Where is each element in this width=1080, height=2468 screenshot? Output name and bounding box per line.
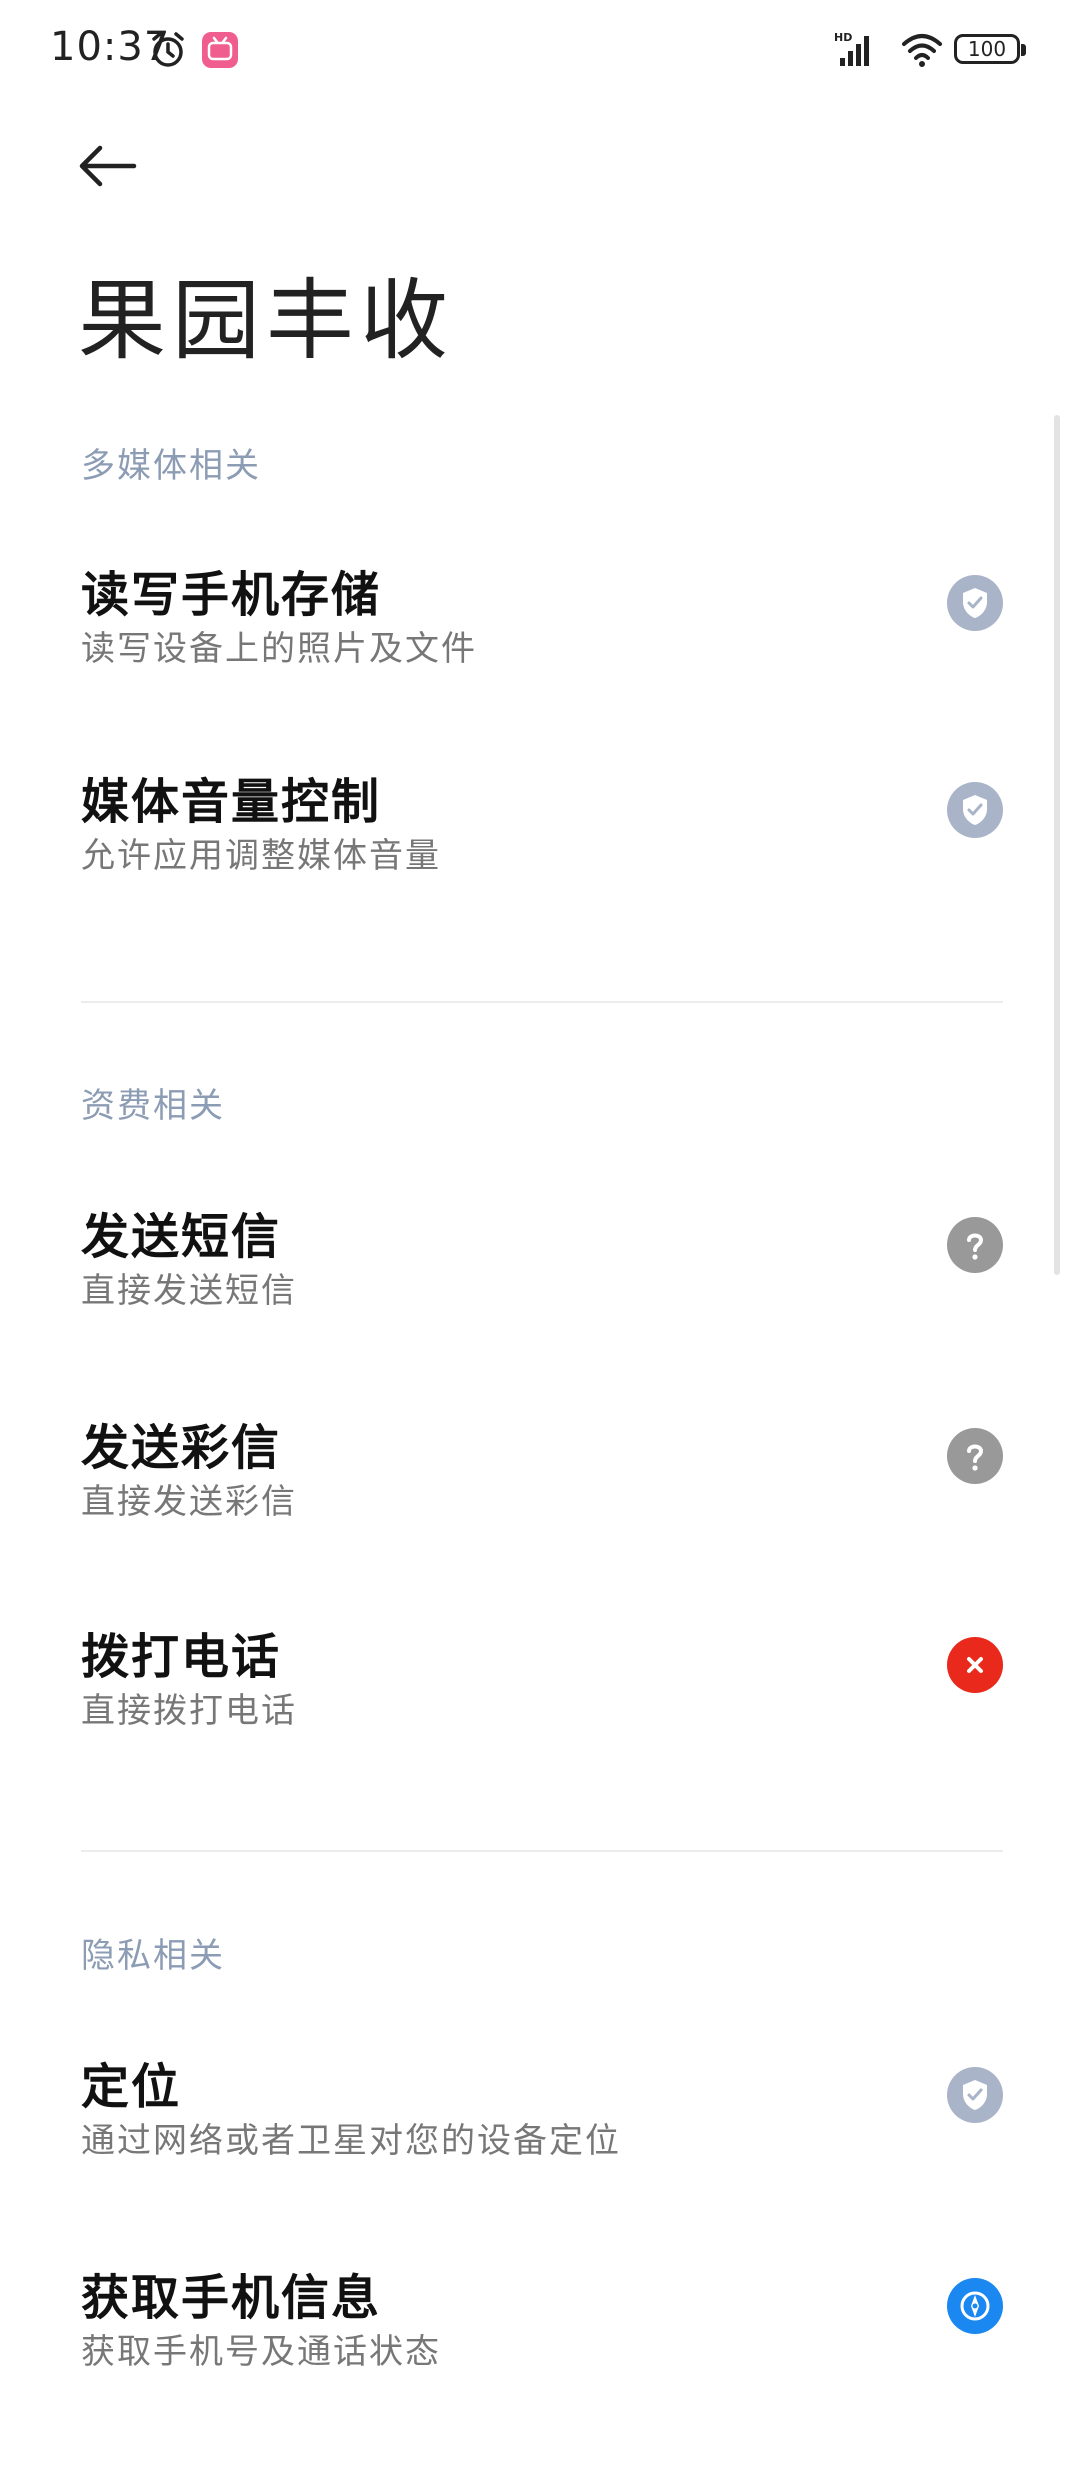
permission-item-send-sms[interactable]: 发送短信 直接发送短信 [0,1197,1080,1407]
back-button[interactable] [68,126,148,206]
permission-desc: 通过网络或者卫星对您的设备定位 [81,2121,621,2161]
alarm-icon [148,30,188,70]
permission-desc: 直接拨打电话 [81,1691,297,1731]
permission-item-send-mms[interactable]: 发送彩信 直接发送彩信 [0,1408,1080,1618]
section-header-multimedia: 多媒体相关 [81,446,261,486]
section-header-charges: 资费相关 [81,1086,225,1126]
section-divider [81,1850,1003,1852]
hd-signal-icon: HD [834,30,882,70]
permission-item-location[interactable]: 定位 通过网络或者卫星对您的设备定位 [0,2047,1080,2257]
back-arrow-icon [79,145,137,187]
info-compass-icon[interactable] [947,2278,1003,2334]
permission-title: 媒体音量控制 [81,774,382,830]
permission-item-phone-info[interactable]: 获取手机信息 获取手机号及通话状态 [0,2258,1080,2468]
permission-desc: 允许应用调整媒体音量 [81,836,441,876]
bilibili-app-icon [202,32,238,68]
permission-desc: 获取手机号及通话状态 [81,2332,441,2372]
ask-question-icon[interactable] [947,1217,1003,1273]
wifi-icon [900,30,944,70]
permission-title: 获取手机信息 [81,2270,382,2326]
permission-title: 定位 [81,2059,182,2115]
permission-title: 读写手机存储 [81,567,382,623]
section-divider [81,1001,1003,1003]
battery-icon: 100 [954,34,1026,64]
svg-text:HD: HD [834,31,852,44]
permission-desc: 直接发送彩信 [81,1482,297,1522]
permission-item-make-call[interactable]: 拨打电话 直接拨打电话 [0,1617,1080,1827]
status-bar: 10:37 HD 100 [0,0,1080,104]
permission-desc: 读写设备上的照片及文件 [81,629,477,669]
page-title: 果园丰收 [78,269,455,372]
permission-item-media-volume[interactable]: 媒体音量控制 允许应用调整媒体音量 [0,762,1080,972]
permission-item-storage[interactable]: 读写手机存储 读写设备上的照片及文件 [0,555,1080,765]
denied-x-icon[interactable] [947,1637,1003,1693]
permission-title: 发送彩信 [81,1420,282,1476]
allowed-shield-icon[interactable] [947,2067,1003,2123]
permission-title: 发送短信 [81,1209,282,1265]
permission-title: 拨打电话 [81,1629,282,1685]
allowed-shield-icon[interactable] [947,782,1003,838]
allowed-shield-icon[interactable] [947,575,1003,631]
section-header-privacy: 隐私相关 [81,1936,225,1976]
permission-desc: 直接发送短信 [81,1271,297,1311]
ask-question-icon[interactable] [947,1428,1003,1484]
